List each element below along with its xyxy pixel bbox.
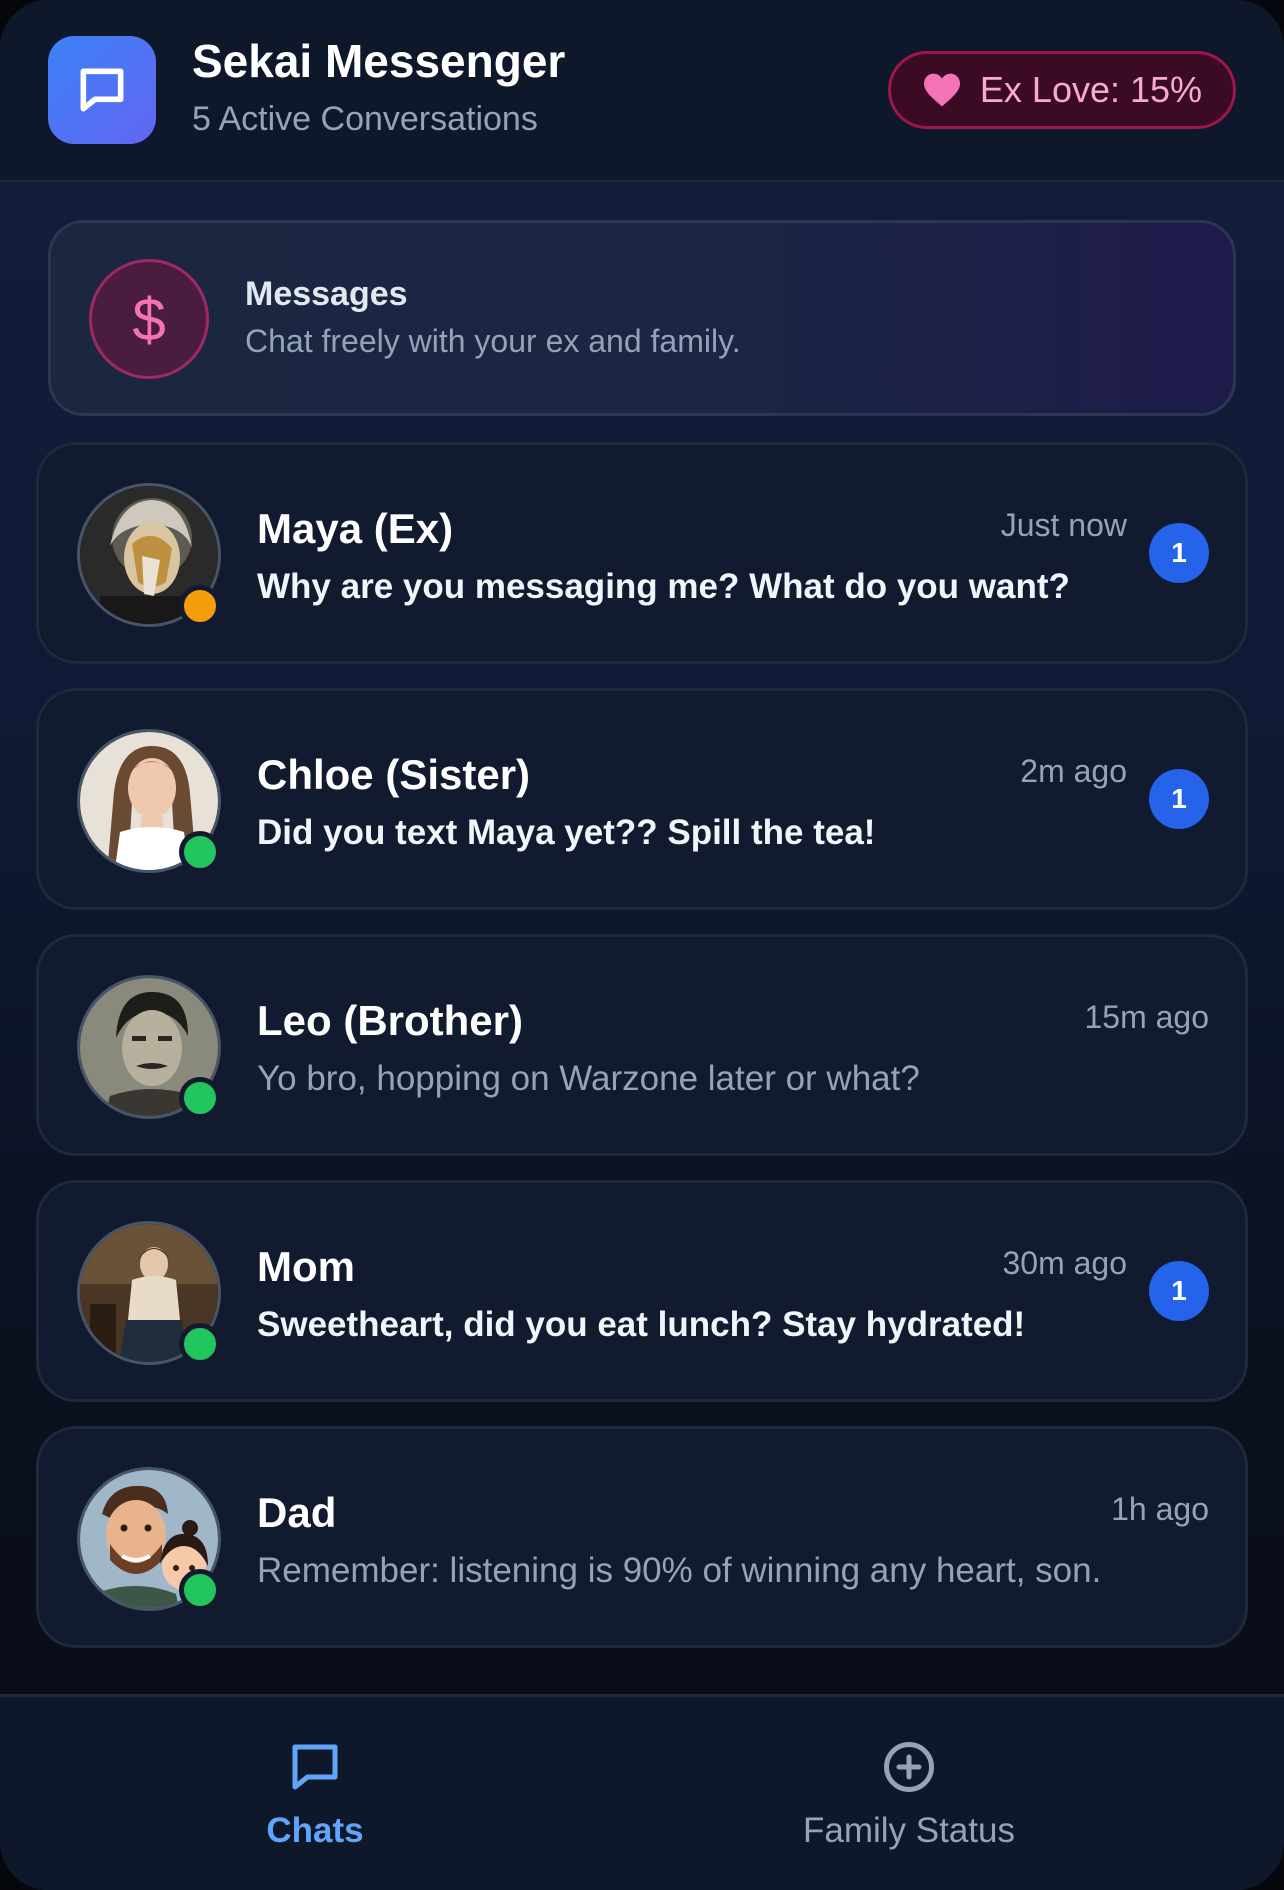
- contact-name: Mom: [257, 1243, 355, 1290]
- message-preview: Did you text Maya yet?? Spill the tea!: [257, 813, 876, 852]
- active-conversations-count: 5 Active Conversations: [192, 100, 538, 138]
- chat-item-mom[interactable]: Mom 30m ago Sweetheart, did you eat lunc…: [36, 1180, 1248, 1402]
- messages-banner: $ Messages Chat freely with your ex and …: [48, 220, 1236, 416]
- plus-circle-icon: [884, 1742, 934, 1792]
- tab-chats[interactable]: Chats: [115, 1737, 515, 1867]
- app-title: Sekai Messenger: [192, 35, 566, 87]
- contact-name: Leo (Brother): [257, 997, 523, 1044]
- unread-badge: 1: [1149, 769, 1209, 829]
- dollar-icon: $: [89, 259, 209, 379]
- contact-name: Dad: [257, 1489, 337, 1536]
- heart-icon: [922, 72, 962, 108]
- message-time: 15m ago: [1084, 999, 1209, 1035]
- ex-love-meter[interactable]: Ex Love: 15%: [888, 51, 1236, 129]
- tab-chats-label: Chats: [266, 1811, 364, 1850]
- tab-family-status[interactable]: Family Status: [709, 1737, 1109, 1867]
- message-time: Just now: [1000, 507, 1127, 543]
- ex-love-label: Ex Love: 15%: [979, 69, 1203, 110]
- message-preview: Yo bro, hopping on Warzone later or what…: [257, 1059, 920, 1098]
- status-indicator: [179, 1077, 221, 1119]
- contact-name: Chloe (Sister): [257, 751, 531, 798]
- status-indicator: [179, 585, 221, 627]
- status-indicator: [179, 1569, 221, 1611]
- chat-bubble-icon: [292, 1744, 338, 1790]
- contact-name: Maya (Ex): [257, 505, 454, 552]
- bottom-navigation: Chats Family Status: [0, 1694, 1284, 1890]
- message-time: 1h ago: [1111, 1491, 1209, 1527]
- messenger-app: Sekai Messenger 5 Active Conversations E…: [0, 0, 1284, 1890]
- chat-item-dad[interactable]: Dad 1h ago Remember: listening is 90% of…: [36, 1426, 1248, 1648]
- app-logo: [48, 36, 156, 144]
- message-preview: Sweetheart, did you eat lunch? Stay hydr…: [257, 1305, 1026, 1344]
- unread-badge: 1: [1149, 1261, 1209, 1321]
- status-indicator: [179, 831, 221, 873]
- chat-item-maya[interactable]: Maya (Ex) Just now Why are you messaging…: [36, 442, 1248, 664]
- banner-title: Messages: [245, 275, 408, 313]
- status-indicator: [179, 1323, 221, 1365]
- unread-badge: 1: [1149, 523, 1209, 583]
- banner-description: Chat freely with your ex and family.: [245, 323, 741, 359]
- tab-family-status-label: Family Status: [803, 1811, 1015, 1850]
- chat-item-leo[interactable]: Leo (Brother) 15m ago Yo bro, hopping on…: [36, 934, 1248, 1156]
- message-preview: Why are you messaging me? What do you wa…: [257, 567, 1070, 606]
- message-preview: Remember: listening is 90% of winning an…: [257, 1551, 1102, 1590]
- message-time: 30m ago: [1002, 1245, 1127, 1281]
- app-header: Sekai Messenger 5 Active Conversations E…: [0, 0, 1284, 182]
- chat-bubble-icon: [80, 68, 124, 112]
- message-time: 2m ago: [1020, 753, 1127, 789]
- chat-item-chloe[interactable]: Chloe (Sister) 2m ago Did you text Maya …: [36, 688, 1248, 910]
